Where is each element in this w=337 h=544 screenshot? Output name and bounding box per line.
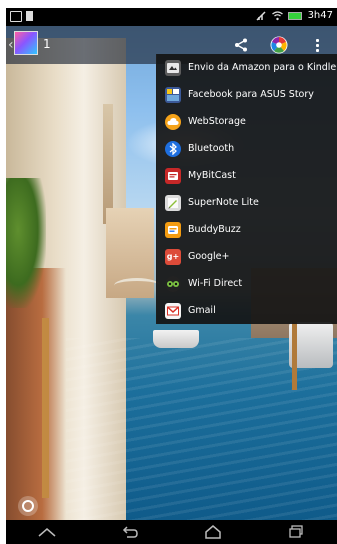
share-item-label: BuddyBuzz — [188, 224, 241, 235]
bluetooth-icon — [165, 140, 181, 157]
device-screen: 3h47 ‹ 1 Envio da Amazon para o Kindle F… — [6, 8, 337, 544]
back-icon[interactable] — [117, 522, 143, 542]
battery-icon — [287, 11, 302, 20]
photo-tower — [103, 104, 113, 224]
home-icon[interactable] — [200, 522, 226, 542]
share-item-label: MyBitCast — [188, 170, 236, 181]
mybitcast-icon — [165, 167, 181, 184]
asus-story-icon — [165, 86, 181, 103]
status-bar: 3h47 — [6, 8, 337, 26]
photo-bridge — [114, 278, 160, 293]
slideshow-icon[interactable] — [18, 496, 38, 516]
share-item-kindle[interactable]: Envio da Amazon para o Kindle — [157, 54, 337, 81]
share-item-label: Gmail — [188, 305, 216, 316]
photo-pole — [42, 318, 49, 498]
selection-count: 1 — [43, 37, 51, 51]
google-plus-icon: g+ — [165, 248, 181, 265]
share-item-asus-story[interactable]: Facebook para ASUS Story — [157, 81, 337, 108]
share-item-mybitcast[interactable]: MyBitCast — [157, 162, 337, 189]
share-item-wifi-direct[interactable]: Wi-Fi Direct — [157, 270, 337, 297]
notification-icon — [10, 11, 22, 22]
photo-tree — [6, 178, 46, 308]
supernote-icon — [165, 194, 181, 211]
navigation-bar — [6, 520, 337, 544]
photo-boat — [153, 330, 199, 348]
clock: 3h47 — [307, 10, 333, 21]
wifi-direct-icon — [165, 275, 181, 292]
wifi-icon — [271, 10, 283, 21]
share-item-label: Bluetooth — [188, 143, 235, 154]
home-up-icon[interactable] — [34, 522, 60, 542]
share-item-label: SuperNote Lite — [188, 197, 259, 208]
share-item-gmail[interactable]: Gmail — [157, 297, 337, 324]
share-item-buddybuzz[interactable]: BuddyBuzz — [157, 216, 337, 243]
share-menu: Envio da Amazon para o Kindle Facebook p… — [156, 54, 337, 324]
sd-card-icon — [26, 11, 33, 21]
back-chevron-icon[interactable]: ‹ — [8, 38, 14, 52]
share-item-label: Google+ — [188, 251, 230, 262]
share-item-label: WebStorage — [188, 116, 246, 127]
buddybuzz-icon — [165, 221, 181, 238]
share-item-supernote[interactable]: SuperNote Lite — [157, 189, 337, 216]
photo-pole — [292, 320, 297, 390]
signal-off-icon — [256, 10, 266, 21]
share-item-label: Facebook para ASUS Story — [188, 89, 314, 100]
gmail-icon — [165, 302, 181, 319]
app-thumbnail[interactable] — [14, 31, 38, 55]
recent-apps-icon[interactable] — [283, 522, 309, 542]
share-item-label: Wi-Fi Direct — [188, 278, 243, 289]
share-item-google-plus[interactable]: g+ Google+ — [157, 243, 337, 270]
share-item-label: Envio da Amazon para o Kindle — [188, 62, 337, 73]
status-right: 3h47 — [256, 10, 333, 21]
webstorage-icon — [165, 113, 181, 130]
share-item-webstorage[interactable]: WebStorage — [157, 108, 337, 135]
share-item-bluetooth[interactable]: Bluetooth — [157, 135, 337, 162]
kindle-icon — [165, 59, 181, 76]
